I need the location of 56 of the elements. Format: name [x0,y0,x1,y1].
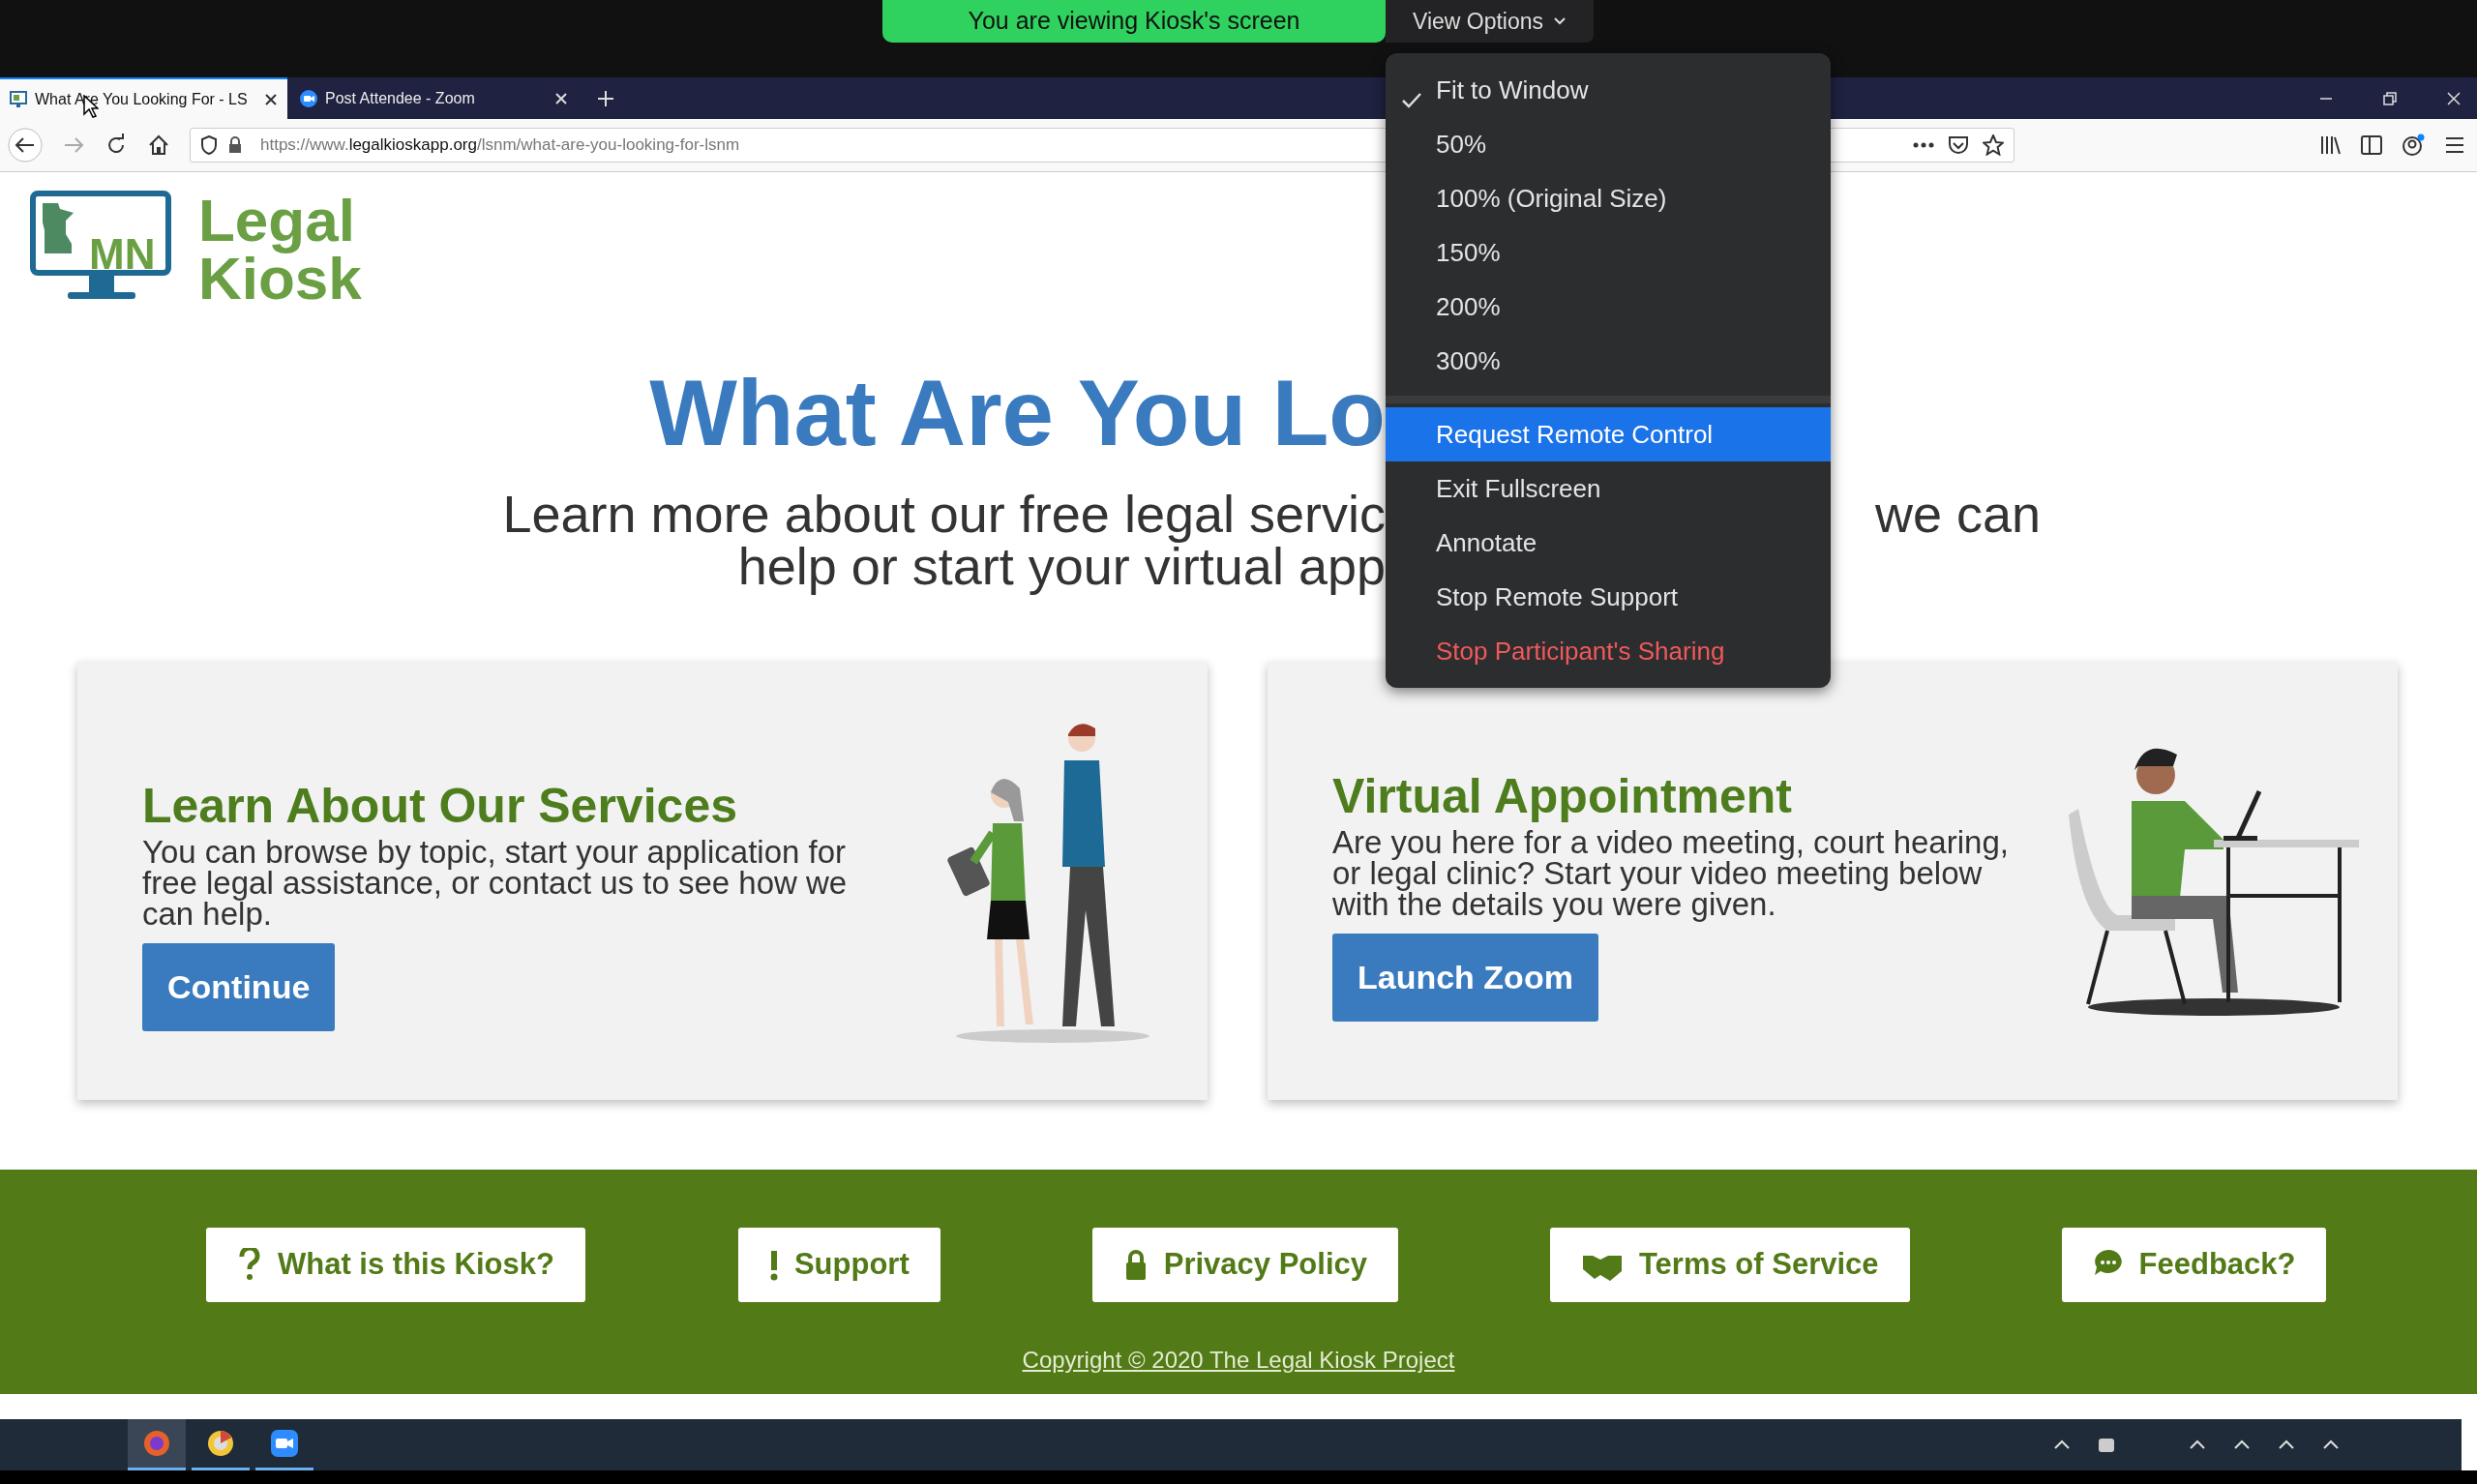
library-icon[interactable] [2320,134,2342,156]
browser-tab[interactable]: Post Attendee - Zoom [290,77,578,119]
video-camera-icon [300,89,317,107]
card-text: Are you here for a video meeting, court hearing, or legal clinic? Start your video meeting below with the details you were given. [1332,827,2010,920]
lock-icon [227,136,243,154]
card-title: Virtual Appointment [1332,769,1793,823]
menu-item[interactable]: Stop Remote Support [1386,570,1831,624]
card-title: Learn About Our Services [142,779,738,833]
new-tab-icon[interactable] [596,88,615,108]
site-favicon-icon [10,90,27,108]
chevron-up-icon[interactable] [2189,1439,2206,1451]
footer-link-button[interactable]: Privacy Policy [1091,1228,1398,1302]
chevron-up-icon[interactable] [2278,1439,2295,1451]
pocket-icon[interactable] [1948,135,1969,155]
card-button[interactable]: Continue [142,943,336,1031]
card-button[interactable]: Launch Zoom [1332,934,1598,1022]
viewing-banner: You are viewing Kiosk's screen [882,0,1386,43]
restore-icon[interactable] [2382,90,2398,106]
more-icon[interactable] [1913,142,1934,148]
back-icon[interactable] [8,128,43,163]
footer-link-button[interactable]: Terms of Service [1550,1228,1910,1302]
menu-item[interactable]: Annotate [1386,516,1831,570]
close-icon[interactable] [264,92,278,106]
monitor-logo-icon [29,190,172,302]
menu-item[interactable]: 150% [1386,225,1831,280]
home-icon[interactable] [147,134,170,157]
chevron-up-icon[interactable] [2322,1439,2340,1451]
sidebar-icon[interactable] [2361,135,2382,155]
video-camera-icon[interactable] [270,1429,299,1458]
menu-item[interactable]: Request Remote Control [1386,407,1831,461]
footer-link-button[interactable]: Feedback? [2061,1228,2327,1302]
shield-icon [200,135,218,155]
question-icon [237,1247,262,1283]
menu-item[interactable]: Exit Fullscreen [1386,461,1831,516]
star-icon[interactable] [1983,134,2004,156]
account-icon[interactable] [2402,134,2425,157]
footer-link-button[interactable]: Support [737,1228,940,1302]
menu-item[interactable]: Fit to Window [1386,63,1831,117]
chevron-down-icon [1553,16,1567,26]
menu-item[interactable]: 300% [1386,334,1831,388]
view-options-button[interactable]: View Options [1386,0,1594,43]
chevron-up-icon[interactable] [2053,1439,2071,1451]
browser-icon[interactable] [142,1429,171,1458]
menu-item[interactable]: Stop Participant's Sharing [1386,624,1831,678]
tray-app-icon[interactable] [2098,1437,2115,1453]
app-icon[interactable] [206,1429,235,1458]
logo-badge-text: MN [89,229,156,280]
page-heading: What Are You Lo [649,361,1386,464]
chevron-up-icon[interactable] [2233,1439,2251,1451]
subtitle-text: we can [1875,485,2042,543]
menu-icon[interactable] [2444,135,2465,155]
copyright-link[interactable]: Copyright © 2020 The Legal Kiosk Project [1022,1347,1455,1373]
footer-link-button[interactable]: What is this Kiosk? [206,1228,585,1302]
menu-item[interactable]: 100% (Original Size) [1386,171,1831,225]
card-text: You can browse by topic, start your application for free legal assistance, or contact us to see how we can help. [142,837,849,930]
menu-item[interactable]: 200% [1386,280,1831,334]
